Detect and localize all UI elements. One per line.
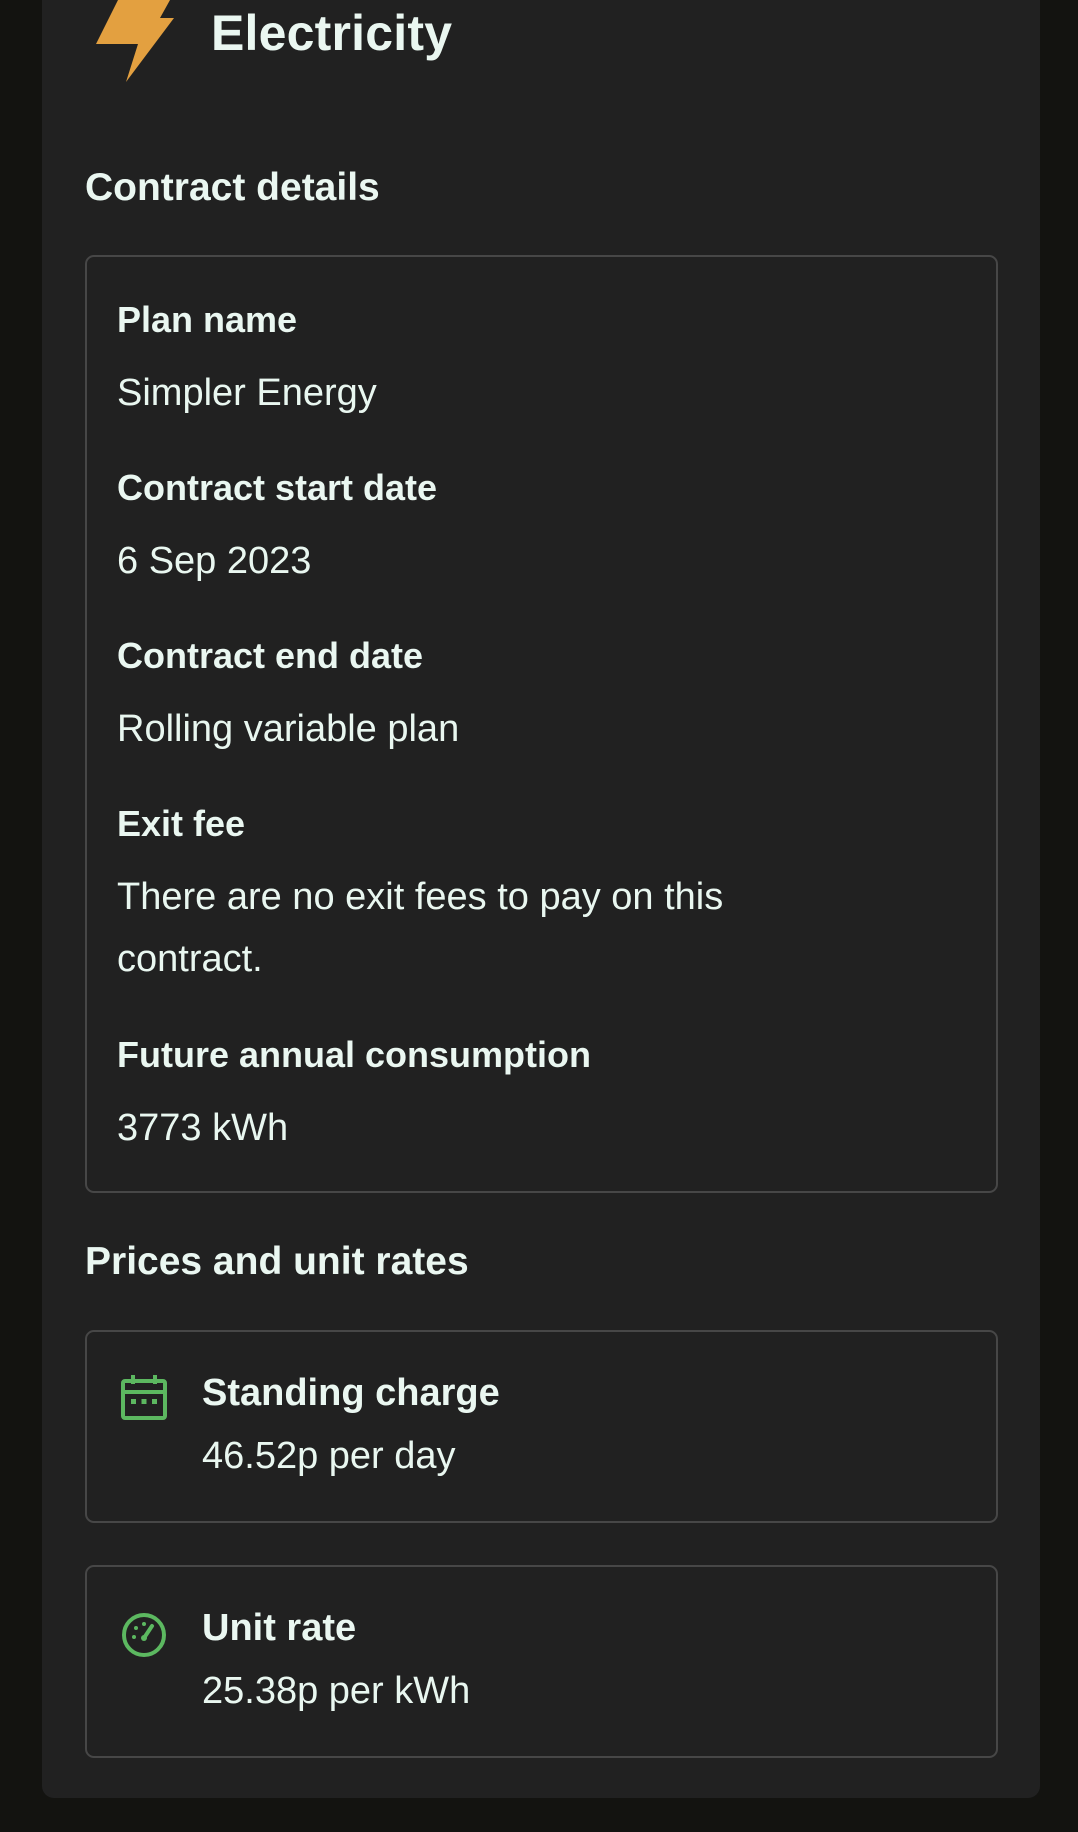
plan-name-label: Plan name <box>117 299 298 340</box>
plan-name-value: Simpler Energy <box>117 372 377 414</box>
future-annual-consumption-value: 3773 kWh <box>117 1107 289 1149</box>
standing-charge-box <box>85 1330 998 1523</box>
unit-rate-box <box>85 1565 998 1758</box>
future-annual-consumption-label: Future annual consumption <box>117 1034 591 1075</box>
calendar-icon <box>121 1375 167 1420</box>
contract-start-date-value: 6 Sep 2023 <box>117 540 312 582</box>
contract-start-date-label: Contract start date <box>117 467 438 508</box>
standing-charge-value: 46.52p per day <box>202 1435 456 1477</box>
gauge-icon <box>122 1613 166 1657</box>
exit-fee-value: There are no exit fees to pay on this co… <box>117 876 724 980</box>
unit-rate-value: 25.38p per kWh <box>202 1670 471 1712</box>
contract-end-date-label: Contract end date <box>117 635 424 676</box>
page-title: Electricity <box>211 5 453 61</box>
contract-details-heading: Contract details <box>85 166 380 209</box>
prices-heading: Prices and unit rates <box>85 1240 469 1283</box>
contract-end-date-value: Rolling variable plan <box>117 708 460 750</box>
standing-charge-label: Standing charge <box>202 1372 500 1414</box>
lightning-bolt-icon <box>96 0 174 82</box>
exit-fee-label: Exit fee <box>117 803 246 844</box>
unit-rate-label: Unit rate <box>202 1607 357 1649</box>
